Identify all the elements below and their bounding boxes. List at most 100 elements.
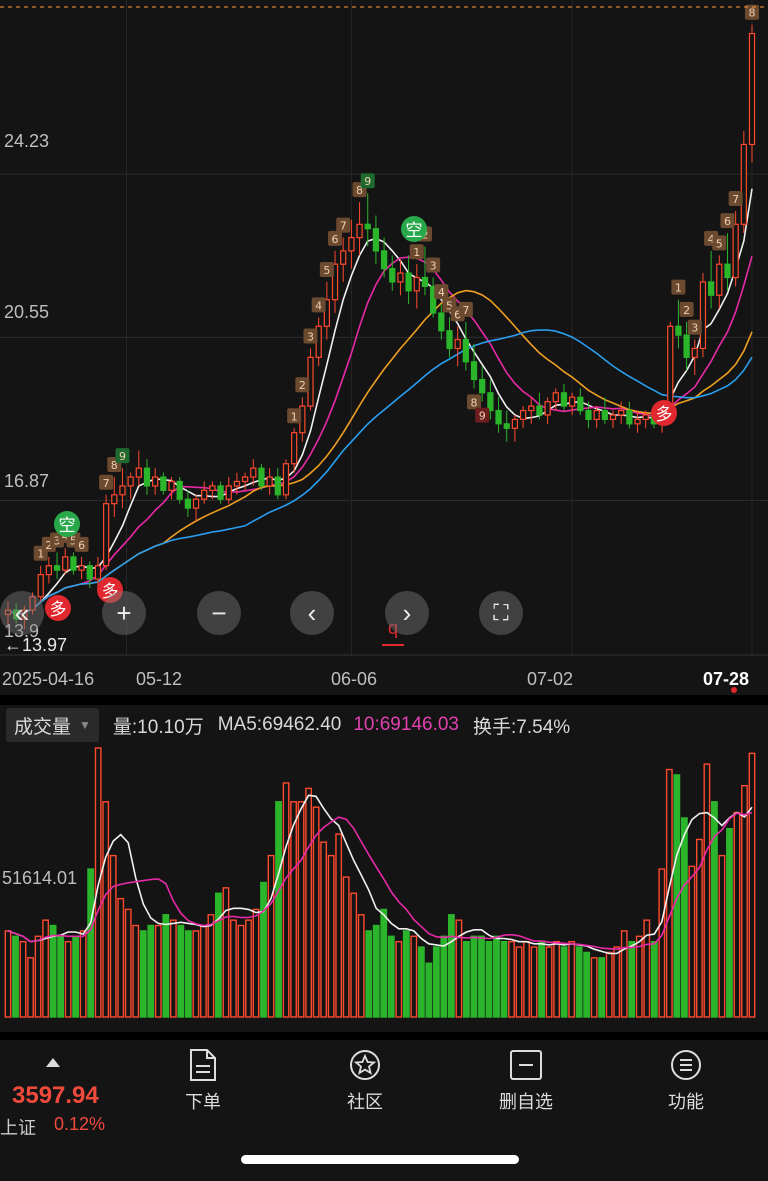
candle: [53, 552, 61, 580]
candle: [225, 477, 232, 504]
order-button[interactable]: 下单: [158, 1048, 248, 1114]
volume-bar: [493, 935, 500, 1018]
next-button[interactable]: ›: [385, 591, 429, 635]
candle: [536, 392, 543, 420]
volume-bar: [635, 935, 643, 1018]
candle: [495, 397, 502, 433]
candle-body: [536, 405, 543, 416]
turnover-value: 换手:7.54%: [473, 716, 571, 738]
candle-body: [577, 396, 584, 412]
volume-bar: [199, 924, 207, 1018]
functions-button[interactable]: 功能: [641, 1048, 731, 1114]
short-signal-badge[interactable]: 空: [401, 216, 427, 242]
price-grid: [0, 0, 768, 655]
candle-body: [479, 378, 486, 394]
prev-button[interactable]: ‹: [290, 591, 334, 635]
candle: [102, 494, 110, 571]
candle: [331, 250, 339, 313]
volume-bar: [620, 930, 628, 1018]
price-chart[interactable]: 12345678912345678912345678912345678 24.2…: [0, 0, 768, 695]
short-signal-badge[interactable]: 空: [54, 511, 80, 537]
sequence-tags: 12345678912345678912345678912345678: [33, 4, 759, 561]
candle: [560, 383, 568, 411]
volume-bar: [252, 908, 260, 1018]
candle: [626, 401, 633, 429]
count-tag-label: 9: [479, 410, 486, 423]
latest-date-dot: [731, 687, 737, 693]
candle-body: [405, 272, 412, 292]
candle-body: [241, 476, 249, 483]
count-tag: 6: [328, 230, 343, 246]
rewind-button[interactable]: «: [0, 591, 44, 635]
volume-bar: [718, 854, 726, 1018]
volume-bar: [417, 946, 425, 1018]
long-signal-badge[interactable]: 多: [651, 400, 677, 426]
volume-bar: [425, 962, 433, 1018]
candle: [691, 339, 698, 376]
volume-bar: [282, 782, 290, 1018]
minus-icon: −: [211, 597, 227, 628]
zoom-in-button[interactable]: +: [102, 591, 146, 635]
candle-body: [707, 281, 715, 296]
volume-bar: [463, 940, 470, 1018]
volume-bar: [703, 763, 711, 1018]
candle-body: [119, 485, 126, 496]
volume-bar: [447, 914, 455, 1018]
candle-body: [86, 565, 93, 580]
candle: [119, 468, 126, 509]
remove-watchlist-button[interactable]: 删自选: [481, 1048, 571, 1114]
candle-body: [470, 361, 478, 381]
candle-body: [233, 480, 241, 487]
zoom-out-button[interactable]: −: [197, 591, 241, 635]
volume-bar: [154, 924, 162, 1018]
count-tag-label: 3: [307, 330, 314, 343]
volume-bar: [478, 935, 485, 1018]
candle-body: [152, 476, 159, 487]
volume-bar: [184, 930, 192, 1018]
volume-bar: [207, 914, 215, 1018]
volume-bar: [117, 897, 125, 1018]
low-price-marker: ←13.97: [4, 635, 67, 655]
index-change: 0.12%: [54, 1114, 106, 1134]
candle-body: [634, 418, 641, 425]
candle: [127, 472, 134, 500]
indicator-label: 成交量: [14, 716, 72, 738]
count-tag-label: 2: [683, 304, 690, 317]
long-signal-badge[interactable]: 多: [45, 595, 71, 621]
menu-circle-icon: [671, 1050, 701, 1080]
volume-bar: [327, 854, 335, 1018]
ma10-value: 10:69146.03: [353, 714, 459, 735]
indicator-selector[interactable]: 成交量 ▼: [6, 707, 99, 743]
volume-bar: [515, 946, 523, 1018]
community-star-icon: [350, 1050, 380, 1080]
count-tag-label: 5: [323, 264, 330, 277]
count-tag-label: 4: [315, 299, 322, 312]
volume-bar: [109, 854, 117, 1018]
candle-body: [201, 489, 208, 500]
volume-chart[interactable]: 51614.01: [0, 742, 768, 1032]
count-tag-label: 8: [471, 396, 478, 409]
volume-bar: [658, 868, 666, 1018]
candle: [372, 215, 380, 265]
volume-bar: [432, 946, 440, 1018]
volume-bar: [260, 881, 267, 1018]
count-tag: 7: [458, 301, 473, 317]
date-label-0702: 07-02: [527, 669, 573, 689]
volume-bar: [553, 940, 561, 1018]
candle-body: [143, 467, 151, 487]
count-tag-label: 7: [103, 477, 110, 490]
volume-bar: [177, 924, 185, 1018]
fullscreen-button[interactable]: ⛶: [479, 591, 523, 635]
candle: [78, 556, 85, 580]
volume-bar: [162, 914, 170, 1018]
volume-bar: [530, 946, 538, 1018]
count-tag: 2: [679, 301, 694, 317]
count-tag: 4: [434, 284, 449, 300]
volume-bar: [335, 833, 343, 1018]
candle: [699, 273, 707, 358]
document-icon: [190, 1049, 216, 1081]
volume-bar: [545, 946, 553, 1018]
candle-body: [642, 414, 649, 421]
community-button[interactable]: 社区: [320, 1048, 410, 1114]
volume-bar: [4, 930, 12, 1018]
